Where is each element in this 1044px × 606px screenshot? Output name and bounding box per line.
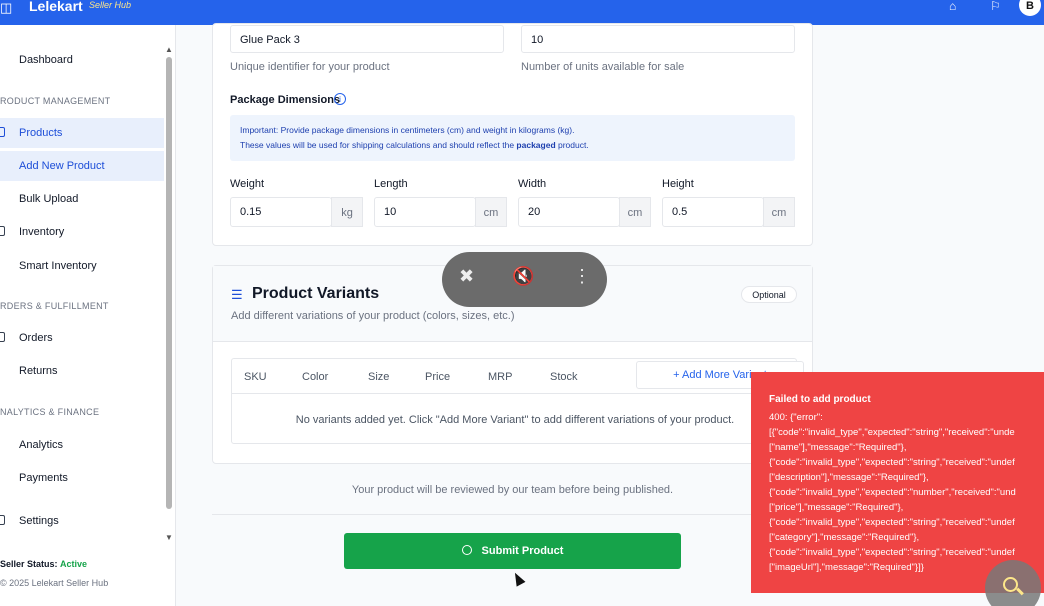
orders-icon (0, 332, 5, 342)
column-header-color: Color (302, 371, 329, 383)
toast-body: 400: {"error": [{"code":"invalid_type","… (769, 412, 1016, 573)
settings-icon (0, 515, 5, 525)
info-line-1: Important: Provide package dimensions in… (240, 125, 575, 135)
info-line-2-bold: packaged (516, 140, 556, 150)
length-input[interactable]: 10 (374, 197, 476, 227)
sidebar-section-orders: RDERS & FULFILLMENT (0, 301, 109, 311)
sidebar-item-settings[interactable]: Settings (0, 506, 164, 536)
sidebar: Dashboard RODUCT MANAGEMENT Products Add… (0, 25, 176, 606)
scroll-down-arrow-icon[interactable]: ▼ (165, 533, 173, 542)
toast-title: Failed to add product (769, 394, 871, 405)
sidebar-item-label: Bulk Upload (19, 193, 79, 205)
weight-label: Weight (230, 178, 265, 190)
seller-status-value: Active (60, 559, 88, 569)
sidebar-item-label: Settings (19, 515, 59, 527)
sidebar-item-smart-inventory[interactable]: Smart Inventory (0, 251, 164, 281)
variants-table: SKU Color Size Price MRP Stock + Add Mor… (231, 358, 804, 444)
variants-subtitle: Add different variations of your product… (231, 310, 515, 322)
sidebar-item-label: Returns (19, 365, 58, 377)
sidebar-item-bulk-upload[interactable]: Bulk Upload (0, 184, 164, 214)
sidebar-item-label: Products (19, 127, 63, 139)
check-circle-icon (461, 545, 472, 555)
copyright: © 2025 Lelekart Seller Hub (0, 578, 109, 588)
length-label: Length (374, 178, 408, 190)
avatar[interactable]: B (1019, 0, 1041, 16)
sidebar-item-label: Payments (19, 472, 68, 484)
height-input[interactable]: 0.5 (662, 197, 764, 227)
sidebar-item-label: Dashboard (19, 54, 73, 66)
sidebar-item-label: Smart Inventory (19, 260, 97, 272)
info-line-2: These values will be used for shipping c… (240, 138, 785, 153)
store-icon[interactable]: ⌂ (949, 0, 956, 13)
bell-icon[interactable]: ⚐ (990, 0, 1001, 13)
seller-status: Seller Status: Active (0, 559, 87, 569)
brand-name: Lelekart (29, 0, 83, 14)
weight-input[interactable]: 0.15 (230, 197, 332, 227)
brand-subtitle: Seller Hub (89, 0, 132, 10)
error-toast[interactable]: Failed to add product 400: {"error": [{"… (751, 372, 1044, 593)
height-unit: cm (763, 197, 795, 227)
scroll-up-arrow-icon[interactable]: ▲ (165, 45, 173, 54)
weight-unit: kg (331, 197, 363, 227)
products-icon (0, 127, 5, 137)
sidebar-scrollbar[interactable] (166, 57, 172, 509)
variants-title: Product Variants (252, 285, 380, 302)
optional-badge: Optional (741, 286, 797, 303)
sidebar-toggle-icon[interactable]: ◫ (0, 0, 12, 16)
sidebar-section-products: RODUCT MANAGEMENT (0, 96, 111, 106)
info-line-2-text: These values will be used for shipping c… (240, 140, 517, 150)
width-label: Width (518, 178, 547, 190)
inventory-icon (0, 226, 5, 236)
sidebar-item-label: Add New Product (19, 160, 105, 172)
height-label: Height (662, 178, 694, 190)
sidebar-item-returns[interactable]: Returns (0, 356, 164, 386)
sidebar-item-add-new-product[interactable]: Add New Product (0, 151, 164, 181)
sku-input[interactable]: Glue Pack 3 (230, 25, 504, 53)
sidebar-item-orders[interactable]: Orders (0, 323, 164, 353)
recording-controls-pill: ✖ 🔇 ⋮ (442, 252, 607, 307)
column-header-stock: Stock (550, 371, 578, 383)
layers-icon: ☰ (231, 287, 243, 302)
sidebar-item-dashboard[interactable]: Dashboard (0, 45, 164, 75)
info-line-2-end: product. (555, 140, 589, 150)
column-header-mrp: MRP (488, 371, 513, 383)
mute-icon[interactable]: 🔇 (512, 266, 534, 287)
sidebar-section-analytics: NALYTICS & FINANCE (0, 407, 100, 417)
dimensions-info-box: Important: Provide package dimensions in… (230, 115, 795, 161)
sidebar-item-label: Inventory (19, 226, 65, 238)
sidebar-item-inventory[interactable]: Inventory (0, 217, 164, 247)
info-icon[interactable]: i (334, 93, 346, 105)
submit-product-button[interactable]: Submit Product (344, 533, 681, 569)
more-options-icon[interactable]: ⋮ (573, 266, 591, 287)
seller-status-label: Seller Status: (0, 559, 58, 569)
sidebar-item-label: Orders (19, 332, 53, 344)
sidebar-item-products[interactable]: Products (0, 118, 164, 148)
stock-help-text: Number of units available for sale (521, 61, 685, 73)
review-notice: Your product will be reviewed by our tea… (351, 484, 674, 496)
top-bar: ◫ Lelekart Seller Hub ⌂ ⚐ B (0, 0, 1044, 25)
stock-input[interactable]: 10 (521, 25, 795, 53)
submit-label: Submit Product (481, 545, 564, 557)
column-header-price: Price (425, 371, 451, 383)
divider (212, 514, 813, 515)
zoom-handle (1016, 587, 1024, 596)
sidebar-item-label: Analytics (19, 439, 64, 451)
pin-off-icon[interactable]: ✖ (459, 266, 474, 287)
sidebar-item-payments[interactable]: Payments (0, 463, 164, 493)
width-input[interactable]: 20 (518, 197, 620, 227)
column-header-size: Size (368, 371, 390, 383)
column-header-sku: SKU (244, 371, 267, 383)
length-unit: cm (475, 197, 507, 227)
width-unit: cm (619, 197, 651, 227)
sidebar-item-analytics[interactable]: Analytics (0, 430, 164, 460)
sku-help-text: Unique identifier for your product (230, 61, 390, 73)
table-divider (232, 393, 796, 394)
no-variants-message: No variants added yet. Click "Add More V… (295, 414, 735, 426)
package-dimensions-title: Package Dimensions (230, 94, 341, 106)
